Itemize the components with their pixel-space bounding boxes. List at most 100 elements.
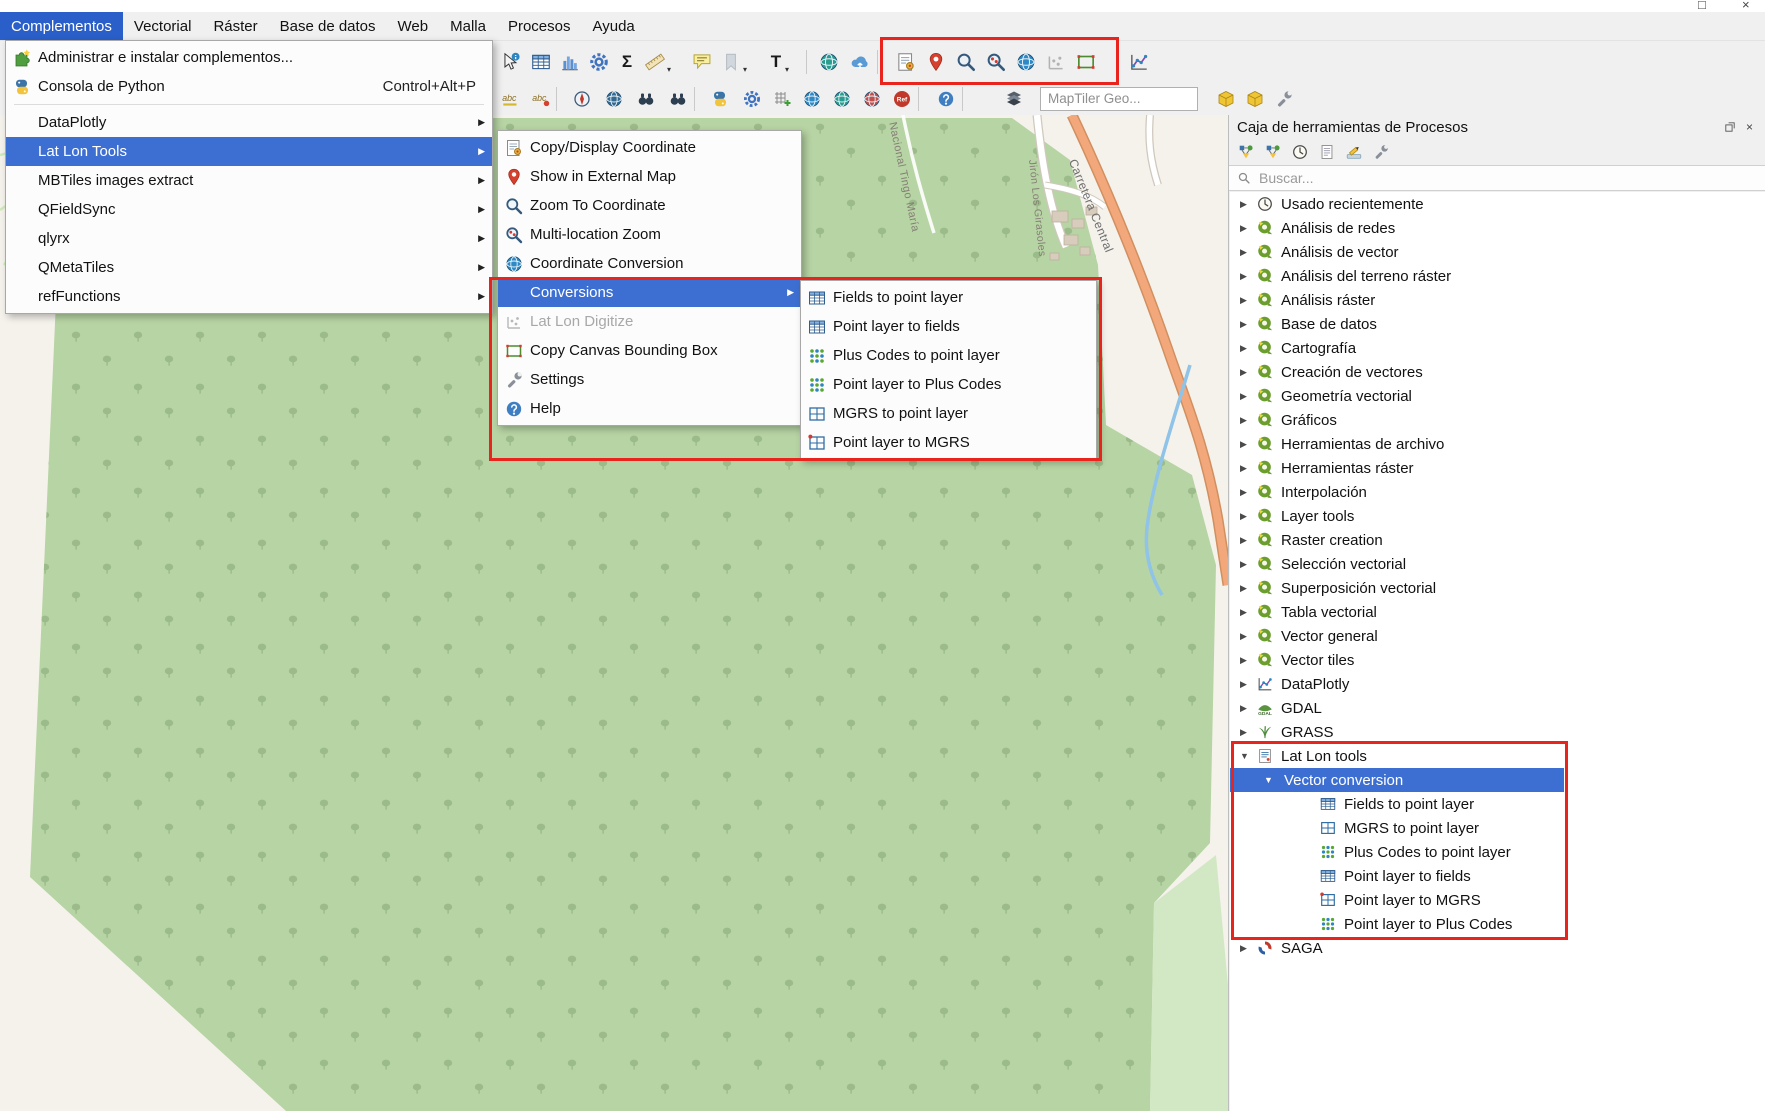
toolbox-group-row[interactable]: ▶ Herramientas ráster <box>1230 456 1765 480</box>
toolbox-group-row[interactable]: ▶ Creación de vectores <box>1230 360 1765 384</box>
window-close-icon[interactable]: × <box>1742 0 1750 12</box>
annotation-dropdown-caret[interactable]: ▾ <box>785 65 789 74</box>
toolbox-group-row[interactable]: ▶ Gráficos <box>1230 408 1765 432</box>
models-icon[interactable] <box>1237 143 1255 161</box>
menu-procesos[interactable]: Procesos <box>497 12 582 40</box>
toolbox-group-saga[interactable]: ▶ SAGA <box>1230 936 1765 960</box>
toolbox-group-row[interactable]: ▶ Interpolación <box>1230 480 1765 504</box>
statistics-icon[interactable]: Σ <box>613 48 641 76</box>
labeling-icon[interactable]: abc <box>497 85 525 113</box>
maptiler-search-input[interactable] <box>1046 90 1192 107</box>
toolbox-group-row[interactable]: ▶ Análisis de vector <box>1230 240 1765 264</box>
toolbox-alg-plus-codes-to-point-layer[interactable]: Plus Codes to point layer <box>1230 840 1765 864</box>
menu-item-mgrs-to-point-layer[interactable]: MGRS to point layer <box>801 399 1096 428</box>
menu-item-reffunctions[interactable]: refFunctions ▶ <box>6 282 492 311</box>
menu-item-mbtiles-images-extract[interactable]: MBTiles images extract ▶ <box>6 166 492 195</box>
map-tips-icon[interactable] <box>688 48 716 76</box>
web-globe-icon[interactable] <box>815 48 843 76</box>
chevron-down-icon[interactable]: ▼ <box>1264 775 1277 785</box>
chevron-right-icon[interactable]: ▶ <box>1240 415 1253 426</box>
toolbox-group-row[interactable]: ▶ GRASS <box>1230 720 1765 744</box>
globe-teal-icon[interactable] <box>828 85 856 113</box>
chevron-right-icon[interactable]: ▶ <box>1240 343 1253 354</box>
chevron-right-icon[interactable]: ▶ <box>1240 511 1253 522</box>
add-grid-icon[interactable] <box>768 85 796 113</box>
zoom-to-coordinate-icon[interactable] <box>952 48 980 76</box>
dark-globe-icon[interactable] <box>600 85 628 113</box>
chevron-right-icon[interactable]: ▶ <box>1240 247 1253 258</box>
menu-item-settings[interactable]: Settings <box>498 365 801 394</box>
chevron-right-icon[interactable]: ▶ <box>1240 463 1253 474</box>
menu-item-lat-lon-tools[interactable]: Lat Lon Tools ▶ <box>6 137 492 166</box>
toolbox-alg-point-layer-to-mgrs[interactable]: Point layer to MGRS <box>1230 888 1765 912</box>
attribute-table-icon[interactable] <box>527 48 555 76</box>
chevron-right-icon[interactable]: ▶ <box>1240 679 1253 690</box>
geopackage-cube-icon[interactable] <box>1212 85 1240 113</box>
toolbox-group-latlon[interactable]: ▼ Lat Lon tools <box>1230 744 1765 768</box>
chevron-right-icon[interactable]: ▶ <box>1240 487 1253 498</box>
copy-coordinate-icon[interactable] <box>892 48 920 76</box>
toolbox-alg-point-layer-to-plus-codes[interactable]: Point layer to Plus Codes <box>1230 912 1765 936</box>
toolbox-alg-mgrs-to-point-layer[interactable]: MGRS to point layer <box>1230 816 1765 840</box>
toolbox-group-row[interactable]: ▶ Análisis ráster <box>1230 288 1765 312</box>
help-icon[interactable] <box>932 85 960 113</box>
workflow-icon[interactable] <box>1264 143 1282 161</box>
chevron-right-icon[interactable]: ▶ <box>1240 703 1253 714</box>
toolbox-group-row[interactable]: ▶ Cartografía <box>1230 336 1765 360</box>
menu-item-fields-to-point-layer[interactable]: Fields to point layer <box>801 283 1096 312</box>
bookmarks-icon[interactable] <box>717 48 745 76</box>
globe-red-icon[interactable] <box>858 85 886 113</box>
processing-toolbox-icon[interactable] <box>585 48 613 76</box>
settings-wrench-icon[interactable] <box>1270 85 1298 113</box>
chevron-down-icon[interactable]: ▼ <box>1240 751 1253 761</box>
close-panel-icon[interactable]: × <box>1742 120 1757 135</box>
menu-item-point-layer-to-plus-codes[interactable]: Point layer to Plus Codes <box>801 370 1096 399</box>
ref-functions-icon[interactable]: Ref <box>888 85 916 113</box>
menu-item-manage-plugins[interactable]: Administrar e instalar complementos... <box>6 43 492 72</box>
toolbox-group-row[interactable]: ▶ GDAL GDAL <box>1230 696 1765 720</box>
menu-item-show-in-external-map[interactable]: Show in External Map <box>498 162 801 191</box>
toolbox-group-row[interactable]: ▶ Análisis del terreno ráster <box>1230 264 1765 288</box>
cloud-upload-icon[interactable] <box>846 48 874 76</box>
toolbox-group-row[interactable]: ▶ Tabla vectorial <box>1230 600 1765 624</box>
chevron-right-icon[interactable]: ▶ <box>1240 391 1253 402</box>
dataplotly-icon[interactable] <box>1125 48 1153 76</box>
layers-icon[interactable] <box>1000 85 1028 113</box>
chevron-right-icon[interactable]: ▶ <box>1240 559 1253 570</box>
chevron-right-icon[interactable]: ▶ <box>1240 535 1253 546</box>
label-pin-icon[interactable]: abc <box>527 85 555 113</box>
options-wrench-icon[interactable] <box>1372 143 1390 161</box>
menu-item-point-layer-to-mgrs[interactable]: Point layer to MGRS <box>801 428 1096 457</box>
window-maximize-icon[interactable]: □ <box>1698 0 1706 12</box>
identify-features-icon[interactable] <box>497 48 525 76</box>
toolbox-group-row[interactable]: ▶ Vector tiles <box>1230 648 1765 672</box>
menu-item-point-layer-to-fields[interactable]: Point layer to fields <box>801 312 1096 341</box>
processing-gear-icon[interactable] <box>738 85 766 113</box>
edit-features-icon[interactable] <box>1345 143 1363 161</box>
external-map-pin-icon[interactable] <box>922 48 950 76</box>
histogram-icon[interactable] <box>556 48 584 76</box>
menu-item-multi-location-zoom[interactable]: Multi-location Zoom <box>498 220 801 249</box>
float-panel-icon[interactable] <box>1722 120 1737 135</box>
chevron-right-icon[interactable]: ▶ <box>1240 439 1253 450</box>
chevron-right-icon[interactable]: ▶ <box>1240 727 1253 738</box>
menu-item-coordinate-conversion[interactable]: Coordinate Conversion <box>498 249 801 278</box>
measure-dropdown-caret[interactable]: ▾ <box>667 65 671 74</box>
binoculars-icon[interactable] <box>632 85 660 113</box>
multi-location-zoom-icon[interactable] <box>982 48 1010 76</box>
toolbox-group-row[interactable]: ▶ Selección vectorial <box>1230 552 1765 576</box>
chevron-right-icon[interactable]: ▶ <box>1240 583 1253 594</box>
toolbox-group-row[interactable]: ▶ Vector general <box>1230 624 1765 648</box>
menu-item-dataplotly[interactable]: DataPlotly ▶ <box>6 108 492 137</box>
toolbox-group-row[interactable]: ▶ Base de datos <box>1230 312 1765 336</box>
chevron-right-icon[interactable]: ▶ <box>1240 607 1253 618</box>
menu-item-conversions[interactable]: Conversions ▶ <box>498 278 801 307</box>
toolbox-group-row[interactable]: ▶ Layer tools <box>1230 504 1765 528</box>
toolbox-group-row[interactable]: ▶ Superposición vectorial <box>1230 576 1765 600</box>
menu-item-copy-display-coordinate[interactable]: Copy/Display Coordinate <box>498 133 801 162</box>
binoculars-plus-icon[interactable] <box>664 85 692 113</box>
chevron-right-icon[interactable]: ▶ <box>1240 367 1253 378</box>
toolbox-group-row[interactable]: ▶ Análisis de redes <box>1230 216 1765 240</box>
menu-item-copy-canvas-bounding-box[interactable]: Copy Canvas Bounding Box <box>498 336 801 365</box>
menu-item-zoom-to-coordinate[interactable]: Zoom To Coordinate <box>498 191 801 220</box>
